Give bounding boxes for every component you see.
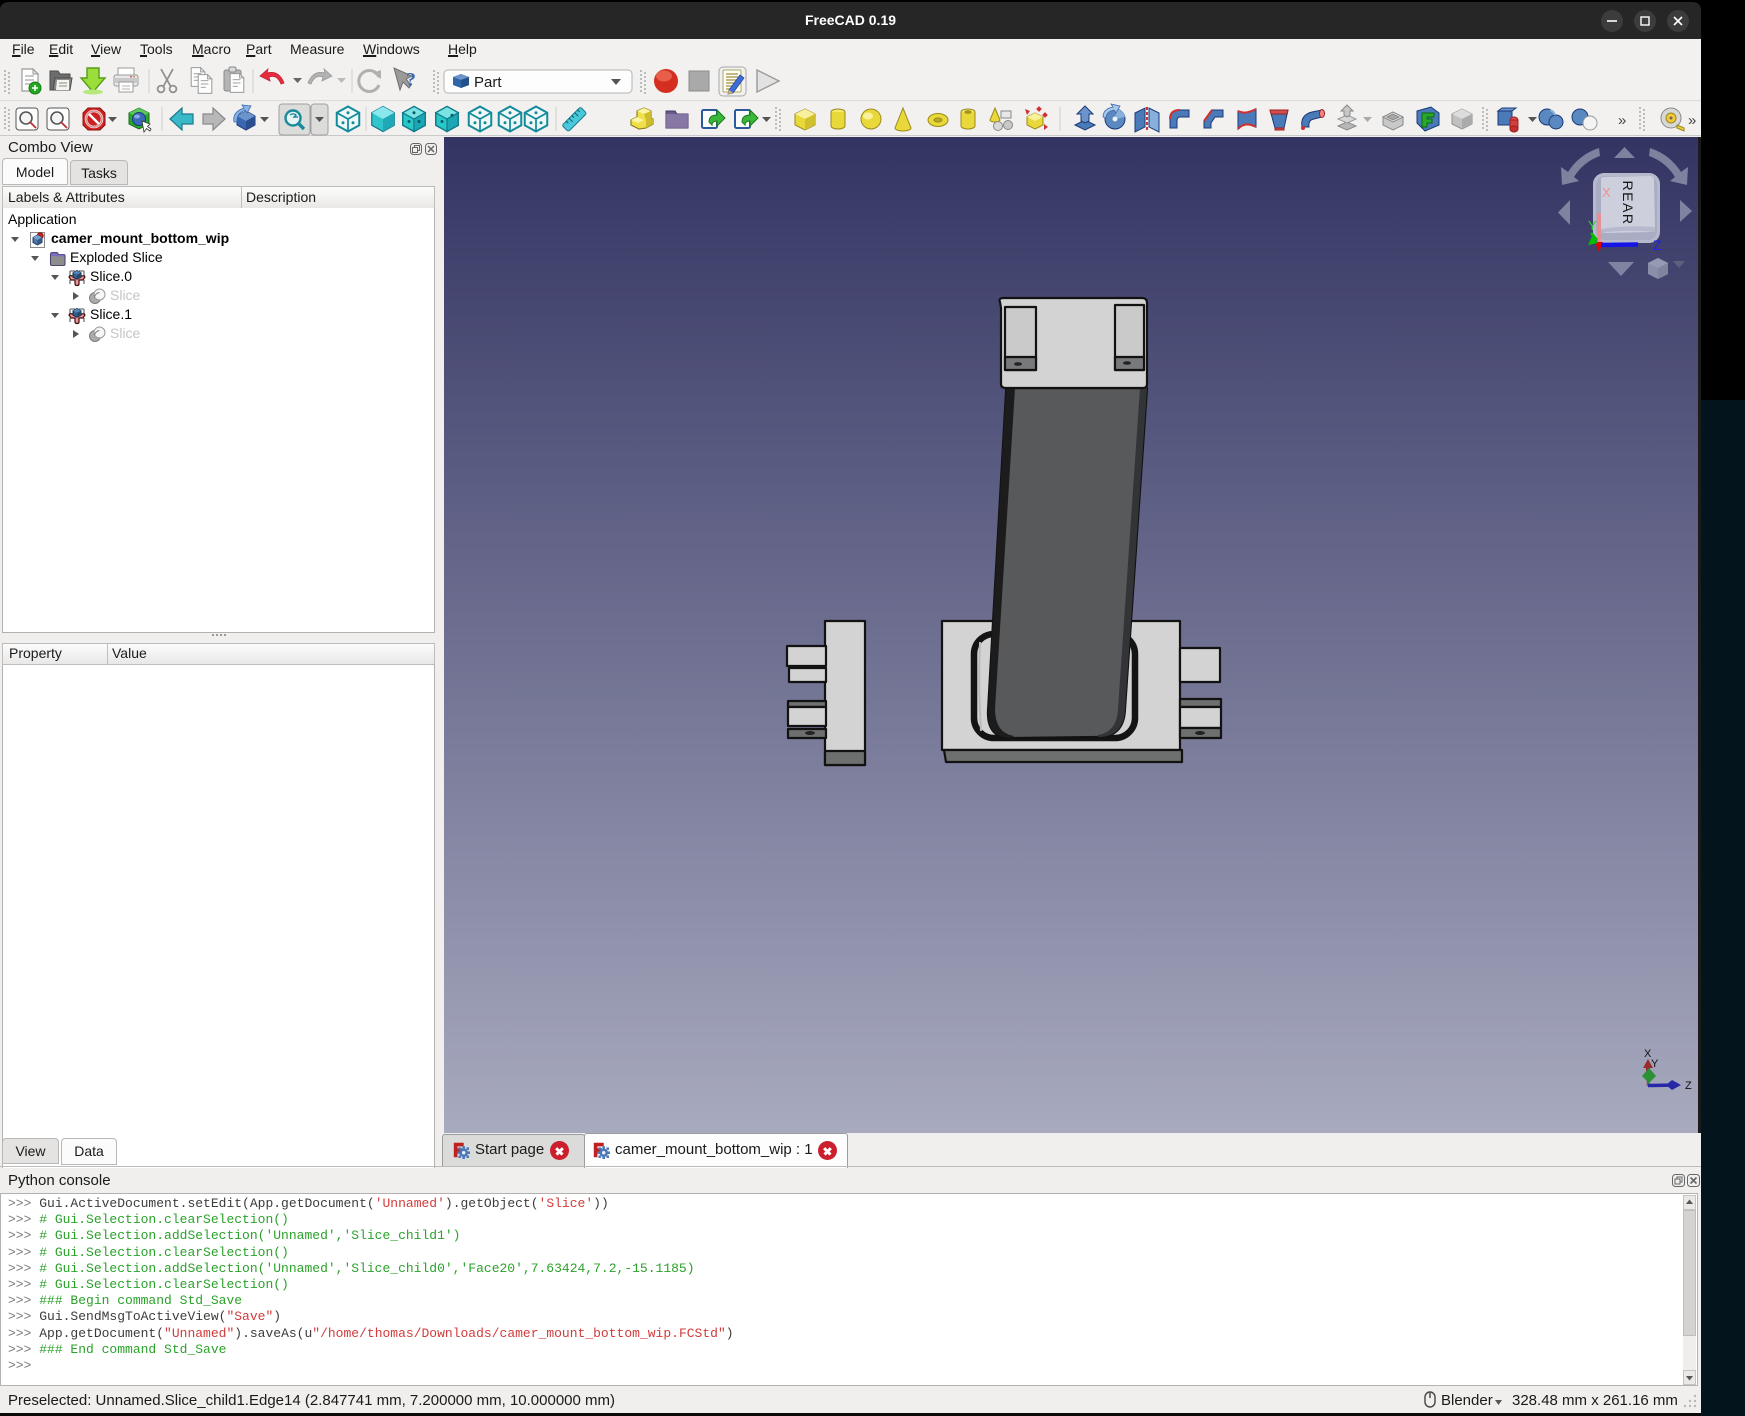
svg-text:Y: Y — [1588, 218, 1597, 233]
svg-text:Part: Part — [474, 74, 502, 91]
svg-text:Y: Y — [1651, 1058, 1659, 1070]
svg-text:»: » — [1618, 112, 1626, 129]
svg-text:?: ? — [406, 69, 416, 91]
svg-text:X: X — [1602, 185, 1611, 200]
svg-text:Z: Z — [1685, 1080, 1692, 1092]
svg-text:REAR: REAR — [1620, 181, 1636, 226]
svg-text:Z: Z — [1653, 237, 1662, 253]
svg-text:»: » — [1688, 112, 1696, 129]
